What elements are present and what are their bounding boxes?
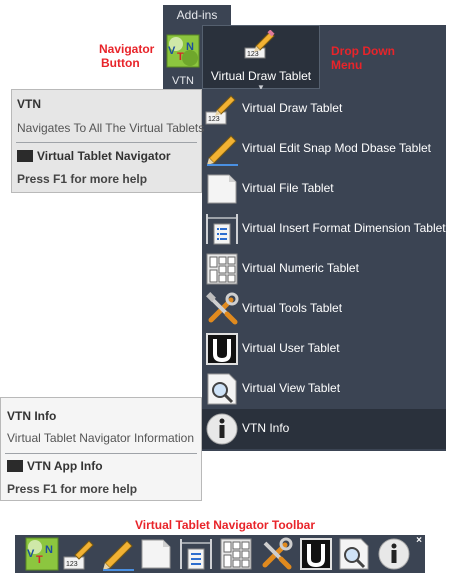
pencil-icon[interactable]: 123 xyxy=(63,537,97,571)
tooltip-title: VTN Info xyxy=(7,409,57,423)
tooltip-description: Navigates To All The Virtual Tablets xyxy=(17,121,205,135)
menu-item-label: Virtual View Tablet xyxy=(242,381,341,395)
menu-item-vtn-info[interactable]: VTN Info xyxy=(202,409,446,449)
vtn-toolbar: V T N 123 × xyxy=(15,535,425,573)
tooltip-help: Press F1 for more help xyxy=(7,482,138,496)
svg-text:V: V xyxy=(168,45,176,57)
menu-item-user-tablet[interactable]: Virtual User Tablet xyxy=(202,329,446,369)
annotation-line: Drop Down xyxy=(331,44,395,58)
big-pencil-icon[interactable] xyxy=(101,537,135,571)
drop-down-menu-annotation: Drop Down Menu xyxy=(331,44,395,72)
menu-item-view-tablet[interactable]: Virtual View Tablet xyxy=(202,369,446,409)
menu-item-label: Virtual User Tablet xyxy=(242,341,340,355)
annotation-line: Navigator xyxy=(99,42,155,56)
menu-item-file-tablet[interactable]: Virtual File Tablet xyxy=(202,169,446,209)
dimension-icon xyxy=(206,214,238,245)
menu-item-label: Virtual Numeric Tablet xyxy=(242,261,359,275)
navigator-button[interactable]: V T N VTN xyxy=(165,34,201,87)
page-icon xyxy=(207,174,237,204)
tooltip-title: VTN xyxy=(17,97,41,111)
menu-item-label: Virtual Insert Format Dimension Tablet xyxy=(242,221,446,235)
close-icon[interactable]: × xyxy=(416,535,422,546)
svg-text:123: 123 xyxy=(66,561,78,568)
toolbar-title: Virtual Tablet Navigator Toolbar xyxy=(134,518,316,532)
tooltip-vtn: VTN Navigates To All The Virtual Tablets… xyxy=(11,89,205,193)
menu-item-draw-tablet[interactable]: 123 Virtual Draw Tablet xyxy=(202,89,446,129)
svg-text:123: 123 xyxy=(247,51,259,58)
tooltip-help: Press F1 for more help xyxy=(17,172,148,186)
dropdown-button-label: Virtual Draw Tablet xyxy=(210,69,312,83)
svg-text:123: 123 xyxy=(208,116,220,123)
tab-add-ins[interactable]: Add-ins xyxy=(163,5,231,25)
annotation-line: Button xyxy=(101,56,140,70)
tooltip-divider xyxy=(5,453,197,454)
info-icon[interactable] xyxy=(377,537,411,571)
tooltip-divider xyxy=(16,142,197,143)
magnifier-icon[interactable] xyxy=(337,537,371,571)
menu-item-tools-tablet[interactable]: Virtual Tools Tablet xyxy=(202,289,446,329)
svg-text:T: T xyxy=(177,51,184,63)
numeric-grid-icon[interactable] xyxy=(219,537,253,571)
vtn-logo-icon: V T N xyxy=(166,34,200,68)
menu-item-label: VTN Info xyxy=(242,421,290,435)
svg-text:N: N xyxy=(45,544,53,556)
menu-item-insert-format-dimension-tablet[interactable]: Virtual Insert Format Dimension Tablet xyxy=(202,209,446,249)
magnifier-icon xyxy=(207,373,237,405)
dimension-icon[interactable] xyxy=(179,537,213,571)
tools-icon[interactable] xyxy=(259,537,293,571)
vtn-logo-icon[interactable]: V T N xyxy=(25,537,59,571)
numeric-grid-icon xyxy=(206,253,238,285)
tooltip-command: VTN App Info xyxy=(27,459,103,473)
dropdown-button[interactable]: 123 Virtual Draw Tablet ▼ xyxy=(202,25,320,92)
svg-text:N: N xyxy=(186,41,194,53)
tooltip-description: Virtual Tablet Navigator Information xyxy=(7,431,194,445)
tooltip-command: Virtual Tablet Navigator xyxy=(37,149,171,163)
pencil-icon: 123 xyxy=(205,95,236,125)
menu-item-numeric-tablet[interactable]: Virtual Numeric Tablet xyxy=(202,249,446,289)
svg-text:V: V xyxy=(27,548,35,560)
command-icon xyxy=(7,460,23,472)
svg-text:T: T xyxy=(36,554,43,566)
menu-item-label: Virtual Tools Tablet xyxy=(242,301,343,315)
command-icon xyxy=(17,150,33,162)
page-icon[interactable] xyxy=(139,537,173,571)
user-u-icon[interactable] xyxy=(299,537,333,571)
user-u-icon xyxy=(206,333,238,365)
tooltip-vtn-info: VTN Info Virtual Tablet Navigator Inform… xyxy=(0,397,202,501)
menu-item-label: Virtual Edit Snap Mod Dbase Tablet xyxy=(242,141,432,155)
info-icon xyxy=(206,413,238,445)
menu-item-label: Virtual File Tablet xyxy=(242,181,334,195)
menu-item-label: Virtual Draw Tablet xyxy=(242,101,343,115)
menu-item-edit-snap-mod-dbase-tablet[interactable]: Virtual Edit Snap Mod Dbase Tablet xyxy=(202,129,446,169)
tools-icon xyxy=(206,292,239,325)
dropdown-menu: 123 Virtual Draw Tablet Virtual Edit Sna… xyxy=(202,89,446,451)
annotation-line: Menu xyxy=(331,58,363,72)
navigator-button-annotation: Navigator Button xyxy=(99,42,154,70)
pencil-icon: 123 xyxy=(244,29,275,59)
big-pencil-icon xyxy=(207,135,238,166)
navigator-button-label: VTN xyxy=(172,75,194,87)
